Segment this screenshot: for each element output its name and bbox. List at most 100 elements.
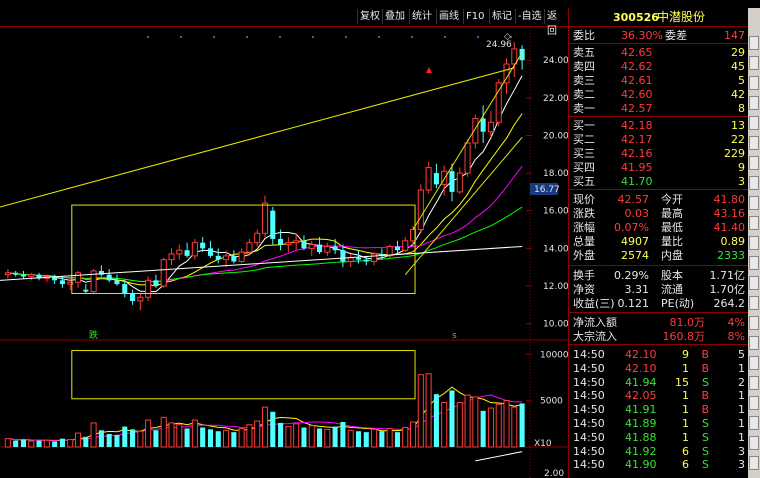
- side-tab[interactable]: [749, 156, 759, 170]
- side-tab[interactable]: [749, 436, 759, 450]
- tick-time: 14:50: [573, 430, 605, 444]
- tick-price: 41.89: [625, 417, 657, 430]
- overlay-button[interactable]: 叠加: [382, 9, 407, 24]
- bid-price: 41.70: [621, 175, 653, 188]
- side-tab[interactable]: [749, 316, 759, 330]
- bid-label: 买四: [573, 161, 595, 174]
- stat-value: 4907: [621, 235, 649, 248]
- side-tab[interactable]: [749, 176, 759, 190]
- fundamental-row: 净资 3.31 流通 1.70亿: [573, 283, 745, 296]
- volume-bar: [200, 427, 206, 447]
- bid-row: 买四 41.95 9: [573, 161, 745, 174]
- volume-bar: [441, 401, 448, 448]
- side-tab[interactable]: [749, 216, 759, 230]
- side-tab[interactable]: [749, 276, 759, 290]
- candle-body: [160, 259, 167, 287]
- stat-value: 0.03: [624, 207, 650, 220]
- kline-chart[interactable]: 24.00 22.00 20.00 18.00 16.00 14.00 12.00 10.00…: [0, 27, 568, 478]
- flow-pct: 8%: [727, 330, 745, 343]
- tick-count: 1: [738, 430, 745, 444]
- fund-label: 换手: [573, 269, 595, 282]
- tick-row: 14:50 42.05 1 B 1: [573, 389, 745, 402]
- volume-bar: [394, 432, 400, 447]
- macd-tick: 2.00: [544, 469, 564, 478]
- tick-volume: 6: [682, 444, 689, 458]
- tick-volume: 9: [682, 348, 689, 361]
- side-tab[interactable]: [749, 356, 759, 370]
- candle-body: [153, 280, 159, 286]
- side-tab[interactable]: [749, 116, 759, 130]
- tick-volume: 6: [682, 458, 689, 472]
- side-tab[interactable]: [749, 416, 759, 430]
- flow-label: 净流入额: [573, 316, 617, 329]
- side-tab[interactable]: [749, 456, 759, 470]
- f10-button[interactable]: F10: [463, 9, 486, 24]
- macd-line: [475, 451, 523, 462]
- side-tab[interactable]: [749, 336, 759, 350]
- volume-bar: [176, 424, 183, 448]
- candle-body: [184, 250, 190, 256]
- volume-bar: [168, 422, 175, 448]
- tick-price: 41.92: [625, 444, 657, 458]
- side-tab[interactable]: [749, 136, 759, 150]
- ask-label: 卖三: [573, 74, 595, 87]
- mark-button[interactable]: 标记: [489, 9, 514, 24]
- candle-body: [355, 257, 362, 260]
- moving-average-lines: [7, 75, 523, 442]
- price-tick-label: 12.00: [543, 282, 568, 292]
- marker-dot: [312, 36, 314, 38]
- side-tab[interactable]: [749, 256, 759, 270]
- volume-bar: [301, 427, 307, 447]
- marker-dot: [213, 36, 215, 38]
- candle-body: [347, 257, 354, 263]
- ask-label: 卖五: [573, 46, 595, 59]
- side-tab[interactable]: [749, 236, 759, 250]
- bid-price: 42.18: [621, 119, 653, 132]
- volume-bar: [355, 431, 362, 447]
- side-tab[interactable]: [749, 56, 759, 70]
- side-tab[interactable]: [749, 96, 759, 110]
- candle-body: [293, 240, 300, 244]
- fundamental-row: 换手 0.29% 股本 1.71亿: [573, 269, 745, 282]
- marker-dot: [279, 36, 281, 38]
- bid-row: 买一 42.18 13: [573, 119, 745, 132]
- weibi-row: 委比 36.30% 委差 147: [573, 29, 745, 42]
- tick-row: 14:50 41.94 15 S 2: [573, 376, 745, 389]
- volume-bar: [160, 416, 167, 448]
- fund-label: 收益(三): [573, 297, 615, 310]
- bid-volume: 3: [738, 175, 745, 188]
- candle-body: [223, 255, 230, 261]
- volume-bar: [332, 426, 338, 447]
- side-tab[interactable]: [749, 76, 759, 90]
- side-tab[interactable]: [749, 196, 759, 210]
- bid-row: 买五 41.70 3: [573, 175, 745, 188]
- candle-body: [480, 118, 486, 132]
- fuquan-button[interactable]: 复权: [357, 9, 382, 24]
- tick-side: B: [701, 361, 709, 375]
- candle-body: [28, 274, 35, 278]
- side-tab[interactable]: [749, 376, 759, 390]
- tick-row: 14:50 42.10 1 B 1: [573, 362, 745, 375]
- statistics-button[interactable]: 统计: [409, 9, 434, 24]
- stat-label: 最低: [661, 221, 683, 234]
- volume-bar: [52, 441, 58, 447]
- back-button[interactable]: 返回: [544, 9, 568, 37]
- candle-body: [340, 250, 346, 262]
- volume-bar: [36, 440, 42, 447]
- watchlist-button[interactable]: -自选: [515, 9, 544, 24]
- draw-line-button[interactable]: 画线: [436, 9, 461, 24]
- ask-label: 卖二: [573, 88, 595, 101]
- candle-body: [487, 121, 494, 133]
- volume-bar: [246, 424, 253, 448]
- weicha-value: 147: [724, 29, 745, 42]
- volume-bar: [106, 434, 112, 447]
- volume-bars: [4, 373, 525, 448]
- tick-count: 3: [738, 458, 745, 472]
- side-tab[interactable]: [749, 396, 759, 410]
- side-tab[interactable]: [749, 296, 759, 310]
- candle-body: [122, 284, 128, 294]
- fund-value: 264.2: [713, 297, 746, 310]
- side-tab[interactable]: [749, 36, 759, 50]
- candle-body: [20, 274, 27, 277]
- volume-bar: [285, 426, 292, 448]
